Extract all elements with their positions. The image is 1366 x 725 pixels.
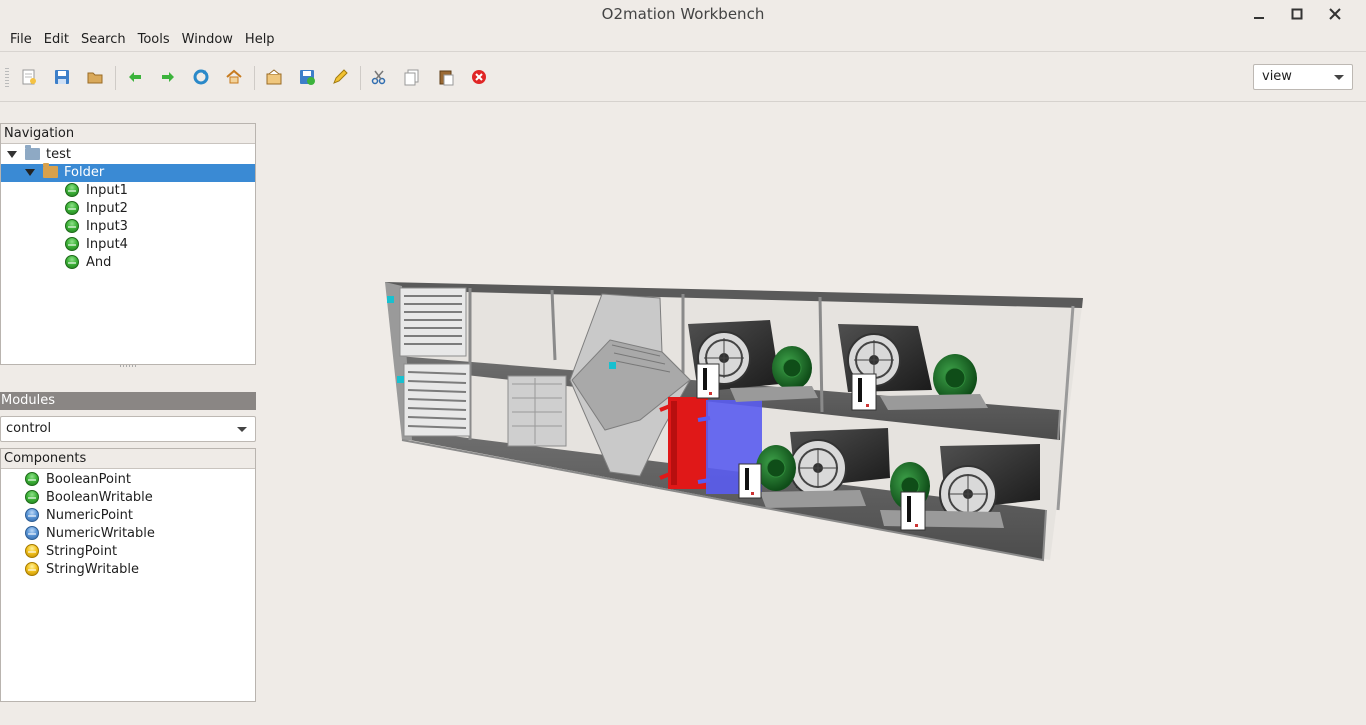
tree-node-label: And — [86, 255, 112, 270]
chevron-down-icon — [237, 427, 247, 432]
minimize-icon[interactable] — [1240, 0, 1278, 28]
tree-node-label: Input1 — [86, 183, 128, 198]
tree-node-label: Folder — [64, 165, 105, 180]
component-boolean-writable[interactable]: BooleanWritable — [25, 489, 153, 507]
component-string-writable[interactable]: StringWritable — [25, 561, 139, 579]
folder-icon — [25, 144, 40, 160]
navigation-panel: Navigation test Folder Input1 Input2 Inp… — [0, 123, 256, 365]
component-numeric-point[interactable]: NumericPoint — [25, 507, 133, 525]
components-panel: Components BooleanPoint BooleanWritable … — [0, 448, 256, 702]
boolean-point-icon — [65, 182, 79, 197]
chevron-down-icon — [1334, 75, 1344, 80]
back-icon[interactable] — [122, 64, 148, 90]
edit-icon[interactable] — [327, 64, 353, 90]
numeric-writable-icon — [25, 525, 39, 540]
modules-select[interactable]: control — [0, 416, 256, 442]
maximize-icon[interactable] — [1278, 0, 1316, 28]
tree-node-folder[interactable]: Folder — [1, 162, 255, 182]
toolbar-separator — [115, 66, 116, 90]
menu-tools[interactable]: Tools — [132, 28, 176, 51]
3d-viewport[interactable] — [258, 103, 1366, 725]
tree-node-label: Input2 — [86, 201, 128, 216]
components-header: Components — [1, 449, 255, 469]
toolbar-handle[interactable] — [5, 68, 9, 88]
menu-edit[interactable]: Edit — [38, 28, 75, 51]
save-icon[interactable] — [49, 64, 75, 90]
tree-node-input3[interactable]: Input3 — [65, 218, 128, 236]
home-icon[interactable] — [221, 64, 247, 90]
view-select-value: view — [1262, 69, 1292, 84]
tree-node-input1[interactable]: Input1 — [65, 182, 128, 200]
component-numeric-writable[interactable]: NumericWritable — [25, 525, 155, 543]
string-writable-icon — [25, 561, 39, 576]
air-handling-unit-model — [385, 282, 1083, 562]
window-controls — [1240, 0, 1354, 28]
string-point-icon — [25, 543, 39, 558]
numeric-point-icon — [25, 507, 39, 522]
expand-arrow-icon[interactable] — [7, 151, 17, 158]
boolean-point-icon — [65, 254, 79, 269]
component-label: NumericPoint — [46, 508, 134, 523]
forward-icon[interactable] — [155, 64, 181, 90]
stop-icon[interactable] — [466, 64, 492, 90]
open-icon[interactable] — [82, 64, 108, 90]
navigation-header: Navigation — [1, 124, 255, 144]
copy-icon[interactable] — [399, 64, 425, 90]
boolean-writable-icon — [25, 489, 39, 504]
cut-icon[interactable] — [366, 64, 392, 90]
view-select[interactable]: view — [1253, 64, 1353, 90]
panel-splitter[interactable] — [120, 365, 138, 367]
tree-node-label: test — [46, 147, 71, 162]
component-label: StringPoint — [46, 544, 118, 559]
inbox-icon[interactable] — [261, 64, 287, 90]
toolbar-separator — [254, 66, 255, 90]
window-title: O2mation Workbench — [601, 5, 765, 23]
tree-node-and[interactable]: And — [65, 254, 111, 272]
close-window-icon[interactable] — [1316, 0, 1354, 28]
tree-node-input4[interactable]: Input4 — [65, 236, 128, 254]
tree-node-label: Input4 — [86, 237, 128, 252]
menu-search[interactable]: Search — [75, 28, 132, 51]
toolbar — [0, 52, 1366, 102]
component-boolean-point[interactable]: BooleanPoint — [25, 471, 131, 489]
menu-file[interactable]: File — [4, 28, 38, 51]
expand-arrow-icon[interactable] — [25, 169, 35, 176]
folder-icon — [43, 162, 58, 178]
tree-node-test[interactable]: test — [7, 144, 255, 164]
menu-bar: File Edit Search Tools Window Help — [0, 28, 1366, 52]
toolbar-separator — [360, 66, 361, 90]
tree-node-label: Input3 — [86, 219, 128, 234]
component-label: BooleanPoint — [46, 472, 131, 487]
paste-icon[interactable] — [433, 64, 459, 90]
component-string-point[interactable]: StringPoint — [25, 543, 117, 561]
modules-select-value: control — [6, 421, 52, 436]
component-label: NumericWritable — [46, 526, 155, 541]
filter-section — [507, 375, 567, 447]
component-label: StringWritable — [46, 562, 139, 577]
damper-lower — [397, 363, 471, 437]
boolean-point-icon — [25, 471, 39, 486]
save-as-icon[interactable] — [294, 64, 320, 90]
component-label: BooleanWritable — [46, 490, 153, 505]
refresh-icon[interactable] — [188, 64, 214, 90]
menu-window[interactable]: Window — [176, 28, 239, 51]
title-bar: O2mation Workbench — [0, 0, 1366, 28]
boolean-point-icon — [65, 236, 79, 251]
menu-help[interactable]: Help — [239, 28, 281, 51]
tree-node-input2[interactable]: Input2 — [65, 200, 128, 218]
modules-header: Modules — [0, 392, 256, 410]
new-icon[interactable] — [16, 64, 42, 90]
boolean-point-icon — [65, 218, 79, 233]
boolean-point-icon — [65, 200, 79, 215]
